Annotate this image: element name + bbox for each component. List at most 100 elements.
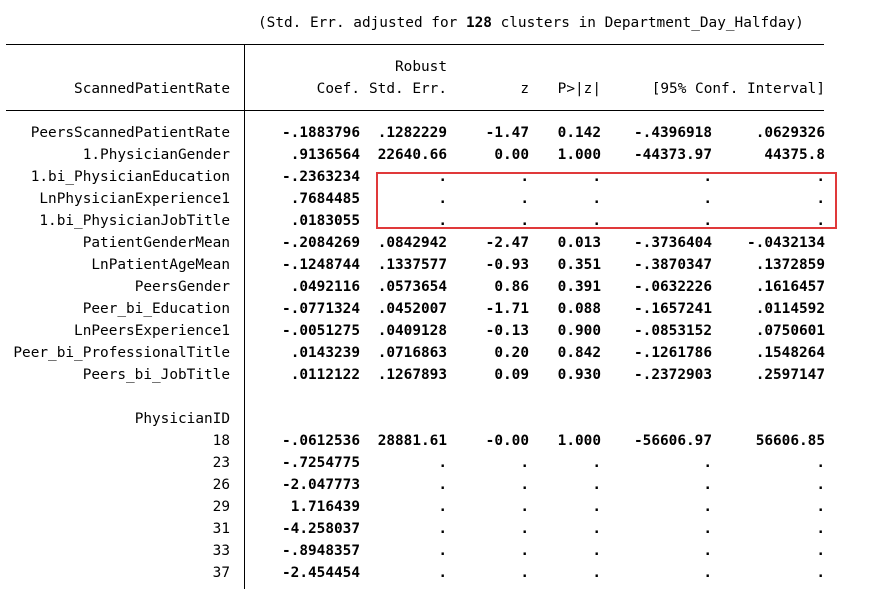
cluster-note-prefix: (Std. Err. adjusted for — [258, 15, 466, 31]
cell-coef: -.7254775 — [282, 455, 360, 471]
row-label: 1.PhysicianGender — [82, 147, 230, 163]
cell-p: . — [592, 455, 601, 471]
row-label: 1.bi_PhysicianEducation — [30, 169, 230, 185]
cell-p: . — [592, 543, 601, 559]
cell-lo: -.3870347 — [634, 257, 712, 273]
cell-coef: .9136564 — [290, 147, 360, 163]
cell-z: . — [520, 455, 529, 471]
cell-lo: -44373.97 — [634, 147, 712, 163]
cell-lo: -56606.97 — [634, 433, 712, 449]
cell-lo: -.1261786 — [634, 345, 712, 361]
cell-p: 0.930 — [557, 367, 601, 383]
col-header-ci: [95% Conf. Interval] — [651, 81, 825, 97]
cell-lo: -.0632226 — [634, 279, 712, 295]
cell-coef: -.0771324 — [282, 301, 360, 317]
col-header-z: z — [520, 81, 529, 97]
cell-coef: .0492116 — [290, 279, 360, 295]
cell-coef: -.8948357 — [282, 543, 360, 559]
cell-z: . — [520, 543, 529, 559]
cell-z: . — [520, 499, 529, 515]
row-label: LnPeersExperience1 — [74, 323, 230, 339]
cell-z: -0.13 — [485, 323, 529, 339]
row-label: Peer_bi_ProfessionalTitle — [13, 345, 230, 361]
cell-se: .0452007 — [377, 301, 447, 317]
cell-lo: . — [703, 565, 712, 581]
cell-coef: -.2363234 — [282, 169, 360, 185]
row-label: Peer_bi_Education — [82, 301, 230, 317]
cell-se: .1267893 — [377, 367, 447, 383]
cell-z: -0.93 — [485, 257, 529, 273]
cell-p: . — [592, 477, 601, 493]
cell-se: .0716863 — [377, 345, 447, 361]
cell-z: -1.71 — [485, 301, 529, 317]
cell-se: 22640.66 — [377, 147, 447, 163]
cell-z: 0.00 — [494, 147, 529, 163]
cell-se: .1337577 — [377, 257, 447, 273]
row-label: 29 — [212, 499, 230, 515]
row-label: 33 — [212, 543, 230, 559]
cell-p: 0.088 — [557, 301, 601, 317]
cell-coef: -2.047773 — [282, 477, 360, 493]
cell-hi: . — [816, 543, 825, 559]
cell-z: 0.09 — [494, 367, 529, 383]
cell-hi: .1616457 — [755, 279, 825, 295]
cell-se: . — [438, 499, 447, 515]
group-label: PhysicianID — [134, 411, 230, 427]
cell-coef: .7684485 — [290, 191, 360, 207]
row-label: PatientGenderMean — [82, 235, 230, 251]
highlight-box — [376, 172, 837, 229]
cell-lo: -.2372903 — [634, 367, 712, 383]
cell-se: . — [438, 455, 447, 471]
cell-lo: -.1657241 — [634, 301, 712, 317]
row-label: 23 — [212, 455, 230, 471]
cell-hi: . — [816, 565, 825, 581]
col-header-coef: Coef. — [316, 81, 360, 97]
cell-p: 0.842 — [557, 345, 601, 361]
cell-z: -0.00 — [485, 433, 529, 449]
cell-hi: . — [816, 477, 825, 493]
row-label: 37 — [212, 565, 230, 581]
cell-p: 1.000 — [557, 433, 601, 449]
cell-lo: . — [703, 543, 712, 559]
col-header-depvar: ScannedPatientRate — [74, 81, 230, 97]
cell-lo: -.3736404 — [634, 235, 712, 251]
cell-coef: -2.454454 — [282, 565, 360, 581]
cell-z: . — [520, 521, 529, 537]
row-label: 31 — [212, 521, 230, 537]
cell-lo: -.0853152 — [634, 323, 712, 339]
cell-coef: -.0612536 — [282, 433, 360, 449]
cell-lo: . — [703, 521, 712, 537]
cell-z: -1.47 — [485, 125, 529, 141]
row-label: 26 — [212, 477, 230, 493]
cell-se: .0842942 — [377, 235, 447, 251]
cell-coef: -.1883796 — [282, 125, 360, 141]
cell-hi: 56606.85 — [755, 433, 825, 449]
cell-hi: .2597147 — [755, 367, 825, 383]
cell-lo: . — [703, 455, 712, 471]
row-label: 1.bi_PhysicianJobTitle — [39, 213, 230, 229]
cell-lo: -.4396918 — [634, 125, 712, 141]
cell-se: .1282229 — [377, 125, 447, 141]
col-header-p: P>|z| — [557, 81, 601, 97]
cell-coef: -.2084269 — [282, 235, 360, 251]
top-rule — [6, 44, 824, 45]
cell-hi: .0114592 — [755, 301, 825, 317]
label-divider — [244, 44, 245, 589]
cell-lo: . — [703, 499, 712, 515]
cell-coef: -.0051275 — [282, 323, 360, 339]
cell-p: 1.000 — [557, 147, 601, 163]
cell-hi: 44375.8 — [764, 147, 825, 163]
cell-coef: .0112122 — [290, 367, 360, 383]
cell-coef: 1.716439 — [290, 499, 360, 515]
cell-coef: .0183055 — [290, 213, 360, 229]
cell-se: .0573654 — [377, 279, 447, 295]
cell-coef: -4.258037 — [282, 521, 360, 537]
row-label: Peers_bi_JobTitle — [82, 367, 230, 383]
cell-z: . — [520, 477, 529, 493]
cell-se: 28881.61 — [377, 433, 447, 449]
cell-hi: . — [816, 521, 825, 537]
cell-se: . — [438, 565, 447, 581]
cell-p: 0.142 — [557, 125, 601, 141]
cell-z: . — [520, 565, 529, 581]
cell-hi: -.0432134 — [747, 235, 825, 251]
